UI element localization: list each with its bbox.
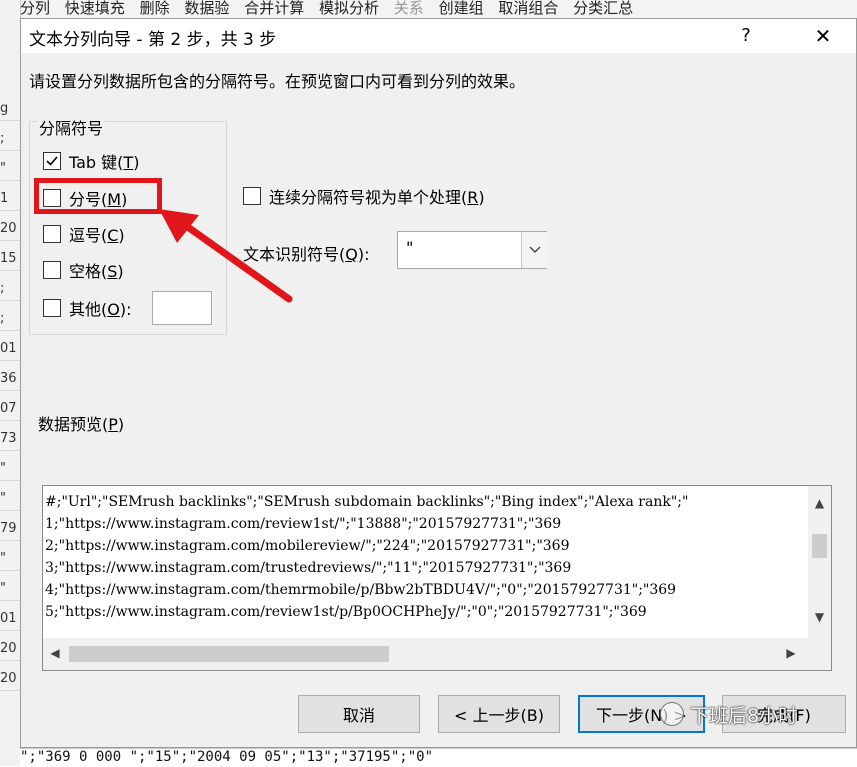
close-button[interactable]: ✕: [799, 23, 847, 49]
other-label: 其他(O):: [69, 300, 132, 319]
vertical-scroll-thumb[interactable]: [812, 534, 827, 558]
background-sheet-row: ";"369 0 000 ";"15";"2004 09 05";"13";"3…: [20, 748, 857, 767]
qualifier-select[interactable]: ": [397, 231, 547, 269]
help-button[interactable]: ?: [727, 23, 765, 49]
scroll-right-icon[interactable]: ▶: [783, 646, 799, 660]
red-highlight-box: [34, 178, 162, 214]
horizontal-scrollbar[interactable]: ◀ ▶: [43, 638, 831, 670]
horizontal-scroll-thumb[interactable]: [69, 646, 389, 662]
background-cell: g: [0, 98, 20, 121]
preview-line: #;"Url";"SEMrush backlinks";"SEMrush sub…: [45, 494, 689, 510]
wechat-icon: [660, 702, 684, 726]
background-cell: ": [0, 578, 20, 601]
checkmark-icon: [46, 156, 58, 166]
qualifier-label: 文本识别符号(Q):: [243, 245, 370, 264]
vertical-scrollbar[interactable]: ▲ ▼: [808, 486, 831, 638]
text-to-columns-dialog: 文本分列向导 - 第 2 步，共 3 步 ? ✕ 请设置分列数据所包含的分隔符号…: [20, 18, 857, 748]
ribbon-item: 快速填充: [64, 0, 125, 17]
watermark: 下班后8小时: [660, 700, 797, 728]
background-cell: ": [0, 548, 20, 571]
dialog-title: 文本分列向导 - 第 2 步，共 3 步: [29, 30, 277, 50]
ribbon-item: 数据验: [184, 0, 230, 17]
space-label: 空格(S): [69, 262, 124, 281]
background-sheet-column: g; " 1 20 15;; 01 36 07 73 " " 79 " " 01 20 20: [0, 0, 21, 766]
comma-checkbox-row[interactable]: 逗号(C): [43, 222, 125, 246]
ribbon-item: 分类汇总: [573, 0, 634, 17]
preview-line: 3;"https://www.instagram.com/trustedrevi…: [45, 560, 572, 576]
background-cell: 73: [0, 428, 20, 451]
watermark-text: 下班后8小时: [690, 704, 798, 727]
chevron-down-icon[interactable]: [521, 232, 547, 268]
tab-checkbox[interactable]: [43, 152, 61, 170]
delimiter-group-legend: 分隔符号: [37, 115, 106, 139]
qualifier-value: ": [406, 238, 414, 257]
ribbon-item: 关系: [393, 0, 424, 17]
cancel-button[interactable]: 取消: [298, 695, 420, 733]
ribbon-item: 取消组合: [498, 0, 559, 17]
background-cell: 07: [0, 398, 20, 421]
background-cell: 36: [0, 368, 20, 391]
tab-checkbox-row[interactable]: Tab 键(T): [43, 149, 139, 173]
background-cell: ": [0, 458, 20, 481]
comma-label: 逗号(C): [69, 226, 125, 245]
space-checkbox-row[interactable]: 空格(S): [43, 258, 124, 282]
background-cell: 20: [0, 218, 20, 241]
background-cell: ": [0, 158, 20, 181]
ribbon-item: 分列: [20, 0, 51, 17]
consecutive-checkbox-row[interactable]: 连续分隔符号视为单个处理(R): [243, 184, 485, 208]
background-cell: ;: [0, 308, 20, 331]
ribbon-item: 创建组: [438, 0, 484, 17]
instruction-text: 请设置分列数据所包含的分隔符号。在预览窗口内可看到分列的效果。: [29, 72, 526, 91]
tab-label: Tab 键(T): [69, 153, 140, 172]
ribbon-item: 合并计算: [244, 0, 305, 17]
dialog-titlebar: 文本分列向导 - 第 2 步，共 3 步 ? ✕: [21, 19, 856, 53]
background-cell: 79: [0, 518, 20, 541]
other-checkbox[interactable]: [43, 299, 61, 317]
preview-line: 2;"https://www.instagram.com/mobilerevie…: [45, 538, 570, 554]
preview-content: #;"Url";"SEMrush backlinks";"SEMrush sub…: [43, 486, 805, 638]
consecutive-checkbox[interactable]: [243, 187, 261, 205]
comma-checkbox[interactable]: [43, 225, 61, 243]
preview-line: 1;"https://www.instagram.com/review1st/"…: [45, 516, 562, 532]
ribbon-item: 删除: [139, 0, 170, 17]
scroll-up-icon[interactable]: ▲: [812, 496, 827, 510]
background-cell: ": [0, 488, 20, 511]
consecutive-label: 连续分隔符号视为单个处理(R): [269, 188, 485, 207]
background-cell: 01: [0, 608, 20, 631]
background-cell: 20: [0, 668, 20, 691]
other-checkbox-row[interactable]: 其他(O):: [43, 296, 131, 320]
background-cell: ;: [0, 278, 20, 301]
background-ribbon: 分列 快速填充 删除 数据验 合并计算 模拟分析 关系 创建组 取消组合 分类汇…: [20, 0, 857, 19]
preview-line: 4;"https://www.instagram.com/themrmobile…: [45, 582, 677, 598]
preview-label: 数据预览(P): [38, 415, 125, 434]
scroll-left-icon[interactable]: ◀: [47, 646, 63, 660]
preview-line: 5;"https://www.instagram.com/review1st/p…: [45, 604, 647, 620]
data-preview: #;"Url";"SEMrush backlinks";"SEMrush sub…: [42, 485, 832, 671]
ribbon-item: 模拟分析: [318, 0, 379, 17]
background-cell: 1: [0, 188, 20, 211]
scroll-down-icon[interactable]: ▼: [812, 610, 827, 624]
background-cell: 01: [0, 338, 20, 361]
space-checkbox[interactable]: [43, 261, 61, 279]
background-cell: 15: [0, 248, 20, 271]
background-cell: 20: [0, 638, 20, 661]
back-button[interactable]: < 上一步(B): [438, 695, 560, 733]
background-cell: ;: [0, 128, 20, 151]
